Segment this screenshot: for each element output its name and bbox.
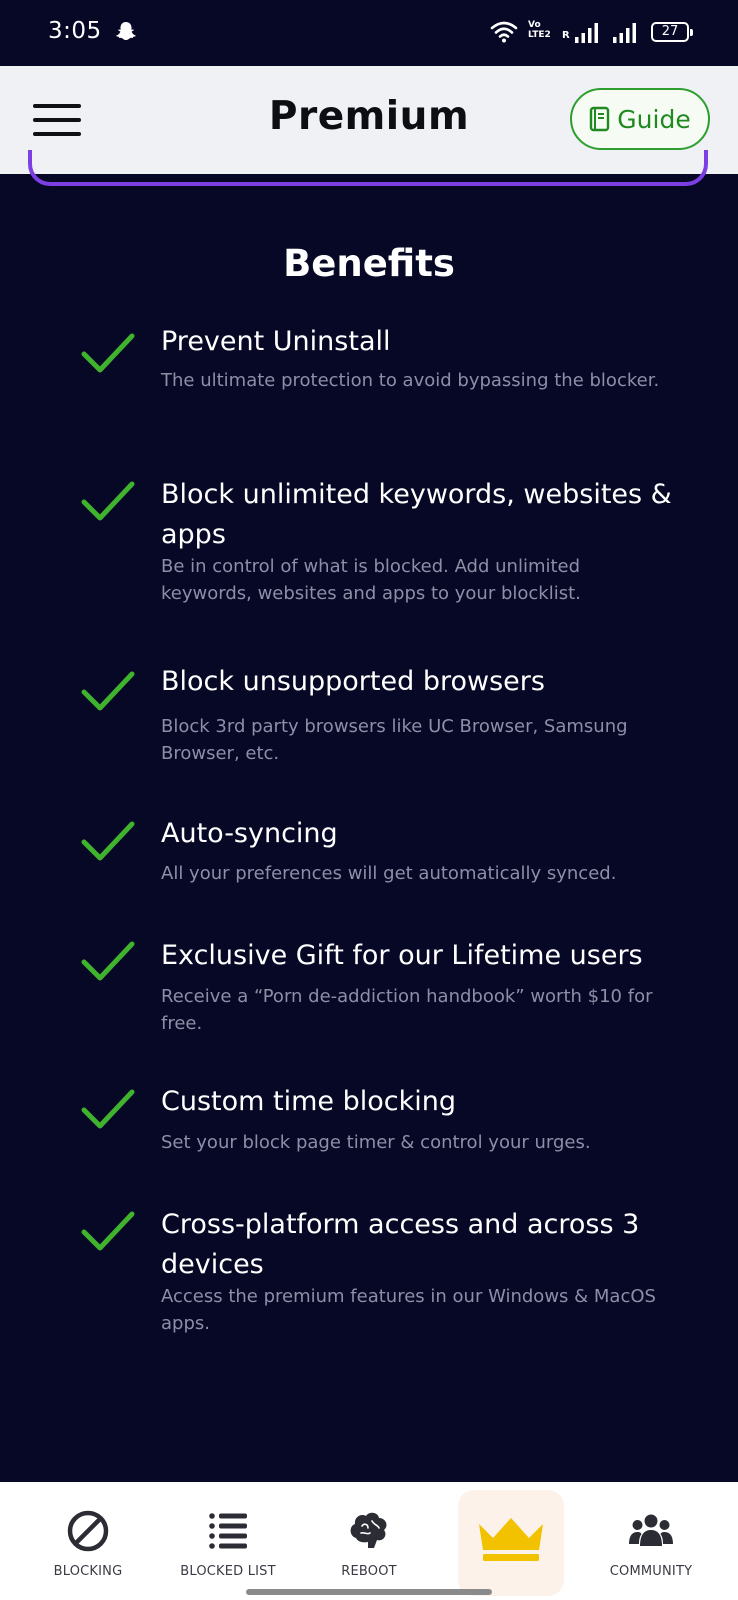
crown-icon: [479, 1518, 543, 1561]
volte-icon: Vo LTE2: [528, 20, 554, 46]
check-icon: [81, 1089, 135, 1129]
benefit-title: Block unlimited keywords, websites & app…: [161, 479, 672, 550]
check-icon: [81, 1211, 135, 1251]
community-icon: [629, 1514, 673, 1546]
snapchat-icon: [116, 22, 136, 40]
check-icon: [81, 671, 135, 711]
nav-tab-blocked-list[interactable]: BLOCKED LIST: [173, 1482, 283, 1600]
nav-tab-reboot[interactable]: REBOOT: [319, 1482, 419, 1600]
wifi-icon: [490, 21, 518, 43]
benefit-description: All your preferences will get automatica…: [161, 863, 617, 884]
pricing-card-edge: [28, 150, 708, 186]
hamburger-menu-icon[interactable]: [33, 104, 81, 136]
nav-label: BLOCKED LIST: [180, 1564, 276, 1579]
nav-tab-community[interactable]: COMMUNITY: [601, 1482, 701, 1600]
guide-button[interactable]: Guide: [570, 88, 710, 150]
benefits-heading: Benefits: [283, 242, 455, 285]
nav-tab-blocking[interactable]: BLOCKING: [38, 1482, 138, 1600]
benefit-title: Block unsupported browsers: [161, 666, 545, 697]
check-icon: [81, 481, 135, 521]
volte-line1: Vo: [528, 20, 541, 30]
list-icon: [209, 1513, 247, 1549]
status-time: 3:05: [48, 18, 102, 44]
roaming-indicator: R: [562, 30, 570, 41]
bottom-navigation: BLOCKING BLOCKED LIST REBOOT COMMUNITY: [0, 1482, 738, 1600]
nav-tab-premium[interactable]: [458, 1482, 564, 1600]
brain-icon: [350, 1512, 387, 1548]
signal-icon: [613, 23, 636, 43]
check-icon: [81, 333, 135, 373]
benefit-description: Set your block page timer & control your…: [161, 1132, 591, 1153]
benefit-title: Cross-platform access and across 3 devic…: [161, 1209, 640, 1280]
benefit-description: Receive a “Porn de-addiction handbook” w…: [161, 986, 653, 1034]
home-indicator[interactable]: [246, 1589, 492, 1595]
volte-line2: LTE2: [528, 30, 551, 40]
nav-label: COMMUNITY: [609, 1564, 693, 1579]
benefit-title: Auto-syncing: [161, 818, 338, 849]
guide-label: Guide: [617, 104, 691, 134]
check-icon: [81, 821, 135, 861]
nav-label: REBOOT: [341, 1564, 397, 1579]
signal-icon: [575, 23, 598, 43]
benefit-description: Be in control of what is blocked. Add un…: [161, 556, 581, 604]
status-bar: 3:05 Vo LTE2 R 27: [0, 0, 738, 66]
battery-icon: 27: [651, 22, 693, 42]
benefit-description: The ultimate protection to avoid bypassi…: [161, 370, 660, 391]
benefit-description: Block 3rd party browsers like UC Browser…: [161, 716, 628, 764]
nav-label: BLOCKING: [53, 1564, 123, 1579]
book-icon: [590, 106, 610, 132]
check-icon: [81, 941, 135, 981]
benefit-description: Access the premium features in our Windo…: [161, 1286, 656, 1334]
benefit-title: Custom time blocking: [161, 1086, 456, 1117]
benefit-title: Exclusive Gift for our Lifetime users: [161, 940, 643, 971]
block-icon: [67, 1510, 109, 1552]
benefit-title: Prevent Uninstall: [161, 326, 391, 357]
